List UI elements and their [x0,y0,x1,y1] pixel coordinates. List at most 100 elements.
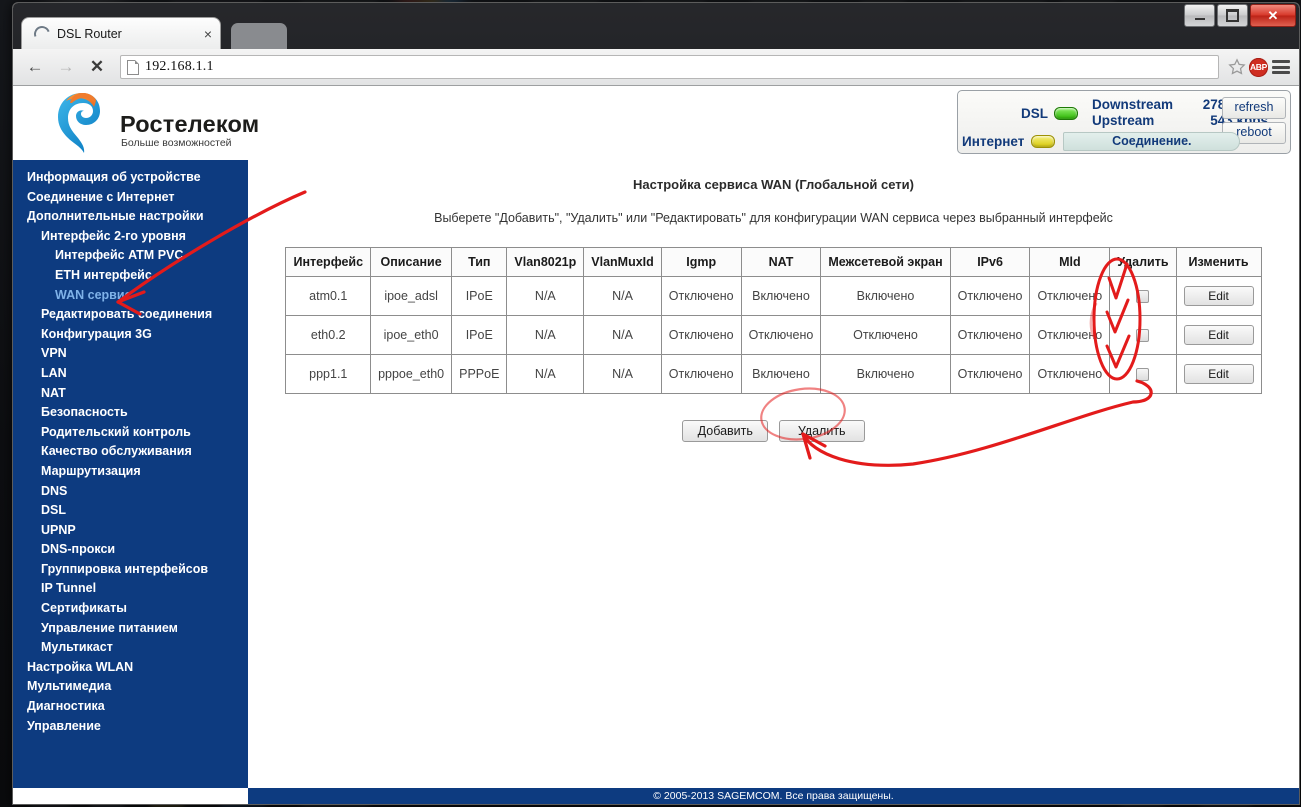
cell-edit: Edit [1175,354,1262,394]
table-column-header: Vlan8021p [506,247,585,277]
cell-firewall: Включено [820,276,951,316]
sidebar-item-2[interactable]: Дополнительные настройки [13,207,248,227]
sidebar-item-18[interactable]: UPNP [13,521,248,541]
sidebar-item-6[interactable]: WAN сервис [13,286,248,306]
cell-description: ipoe_eth0 [370,315,453,355]
dsl-status-widget: DSL Downstream 2784 kbps Upstream 543 kb… [957,90,1291,154]
edit-button[interactable]: Edit [1183,286,1254,306]
cell-ipv6: Отключено [949,276,1031,316]
refresh-button[interactable]: refresh [1222,97,1286,119]
cell-igmp: Отключено [660,315,742,355]
table-column-header: Тип [451,247,508,277]
upstream-label: Upstream [1092,113,1155,128]
delete-checkbox[interactable] [1136,329,1150,343]
sidebar-item-28[interactable]: Управление [13,717,248,737]
adblock-plus-icon[interactable]: ABP [1249,57,1268,77]
tab-close-icon[interactable]: × [204,27,212,41]
sidebar-item-7[interactable]: Редактировать соединения [13,305,248,325]
sidebar-item-11[interactable]: NAT [13,384,248,404]
rostelecom-mark-icon [52,91,108,155]
new-tab-button[interactable] [231,23,287,49]
tab-loading-spinner-icon [31,22,53,45]
brand-slogan: Больше возможностей [121,137,232,149]
browser-tab[interactable]: DSL Router × [21,17,221,49]
table-row: ppp1.1 pppoe_eth0 PPPoE N/A N/A Отключено Вклю… [285,354,1262,394]
bookmark-star-icon[interactable] [1228,58,1246,76]
table-column-header: Описание [370,247,453,277]
sidebar-item-21[interactable]: IP Tunnel [13,579,248,599]
window-maximize-button[interactable] [1217,4,1248,27]
cell-delete-checkbox[interactable] [1109,315,1177,355]
table-column-header: Изменить [1175,247,1262,277]
delete-checkbox[interactable] [1136,290,1150,304]
forward-button[interactable]: → [52,54,80,80]
sidebar-item-27[interactable]: Диагностика [13,697,248,717]
sidebar-item-8[interactable]: Конфигурация 3G [13,325,248,345]
sidebar-item-9[interactable]: VPN [13,344,248,364]
browser-toolbar: ← → ✕ 192.168.1.1 ABP [13,49,1299,86]
sidebar-menu: Информация об устройстве Соединение с Инт… [13,168,248,736]
window-minimize-button[interactable] [1184,4,1215,27]
page-viewport: Ростелеком Больше возможностей DSL Downs… [13,86,1299,804]
cell-delete-checkbox[interactable] [1109,354,1177,394]
cell-delete-checkbox[interactable] [1109,276,1177,316]
cell-firewall: Отключено [820,315,951,355]
sidebar-item-20[interactable]: Группировка интерфейсов [13,560,248,580]
cell-type: IPoE [451,276,508,316]
edit-button[interactable]: Edit [1183,325,1254,345]
sidebar-item-22[interactable]: Сертификаты [13,599,248,619]
edit-button[interactable]: Edit [1183,364,1254,384]
sidebar-item-16[interactable]: DNS [13,482,248,502]
cell-nat: Отключено [740,315,822,355]
cell-igmp: Отключено [660,354,742,394]
cell-edit: Edit [1175,276,1262,316]
address-bar[interactable]: 192.168.1.1 [120,55,1219,79]
cell-description: pppoe_eth0 [370,354,453,394]
table-row: eth0.2 ipoe_eth0 IPoE N/A N/A Отключено Отключ… [285,315,1262,355]
router-page-body: Информация об устройстве Соединение с Инт… [13,160,1299,804]
table-header-row: Интерфейс Описание Тип Vlan8021p VlanMuxId Ig… [285,247,1262,277]
sidebar-item-10[interactable]: LAN [13,364,248,384]
rostelecom-logo: Ростелеком Больше возможностей [40,91,275,157]
window-controls: ✕ [1184,3,1299,29]
table-row: atm0.1 ipoe_adsl IPoE N/A N/A Отключено Включе… [285,276,1262,316]
sidebar-item-5[interactable]: ETH интерфейс [13,266,248,286]
delete-checkbox[interactable] [1136,368,1150,382]
cell-vlan8021p: N/A [506,276,585,316]
dsl-label: DSL [1021,105,1048,121]
chrome-menu-icon[interactable] [1271,58,1291,76]
sidebar-item-3[interactable]: Интерфейс 2-го уровня [13,227,248,247]
page-icon [127,59,139,75]
cell-mld: Отключено [1029,315,1111,355]
downstream-label: Downstream [1092,97,1174,112]
add-button[interactable]: Добавить [682,420,769,442]
back-button[interactable]: ← [21,54,49,80]
sidebar-navigation: Информация об устройстве Соединение с Инт… [13,160,248,788]
sidebar-item-0[interactable]: Информация об устройстве [13,168,248,188]
stop-button[interactable]: ✕ [83,54,111,80]
sidebar-item-24[interactable]: Мультикаст [13,638,248,658]
cell-firewall: Включено [820,354,951,394]
cell-description: ipoe_adsl [370,276,453,316]
window-close-button[interactable]: ✕ [1250,4,1296,27]
sidebar-item-25[interactable]: Настройка WLAN [13,658,248,678]
cell-nat: Включено [740,276,822,316]
sidebar-item-12[interactable]: Безопасность [13,403,248,423]
cell-vlanmuxid: N/A [583,276,662,316]
sidebar-item-15[interactable]: Маршрутизация [13,462,248,482]
sidebar-item-26[interactable]: Мультимедиа [13,677,248,697]
sidebar-item-17[interactable]: DSL [13,501,248,521]
sidebar-item-1[interactable]: Соединение с Интернет [13,188,248,208]
main-content: Настройка сервиса WAN (Глобальной сети) … [248,160,1299,788]
sidebar-item-13[interactable]: Родительский контроль [13,423,248,443]
sidebar-item-19[interactable]: DNS-прокси [13,540,248,560]
sidebar-item-23[interactable]: Управление питанием [13,619,248,639]
cell-type: PPPoE [451,354,508,394]
sidebar-item-14[interactable]: Качество обслуживания [13,442,248,462]
sidebar-item-4[interactable]: Интерфейс ATM PVC [13,246,248,266]
cell-vlanmuxid: N/A [583,315,662,355]
table-column-header: Интерфейс [285,247,372,277]
table-column-header: Mld [1029,247,1111,277]
delete-button[interactable]: Удалить [778,420,865,442]
wan-service-table: Интерфейс Описание Тип Vlan8021p VlanMuxId Ig… [285,247,1262,394]
